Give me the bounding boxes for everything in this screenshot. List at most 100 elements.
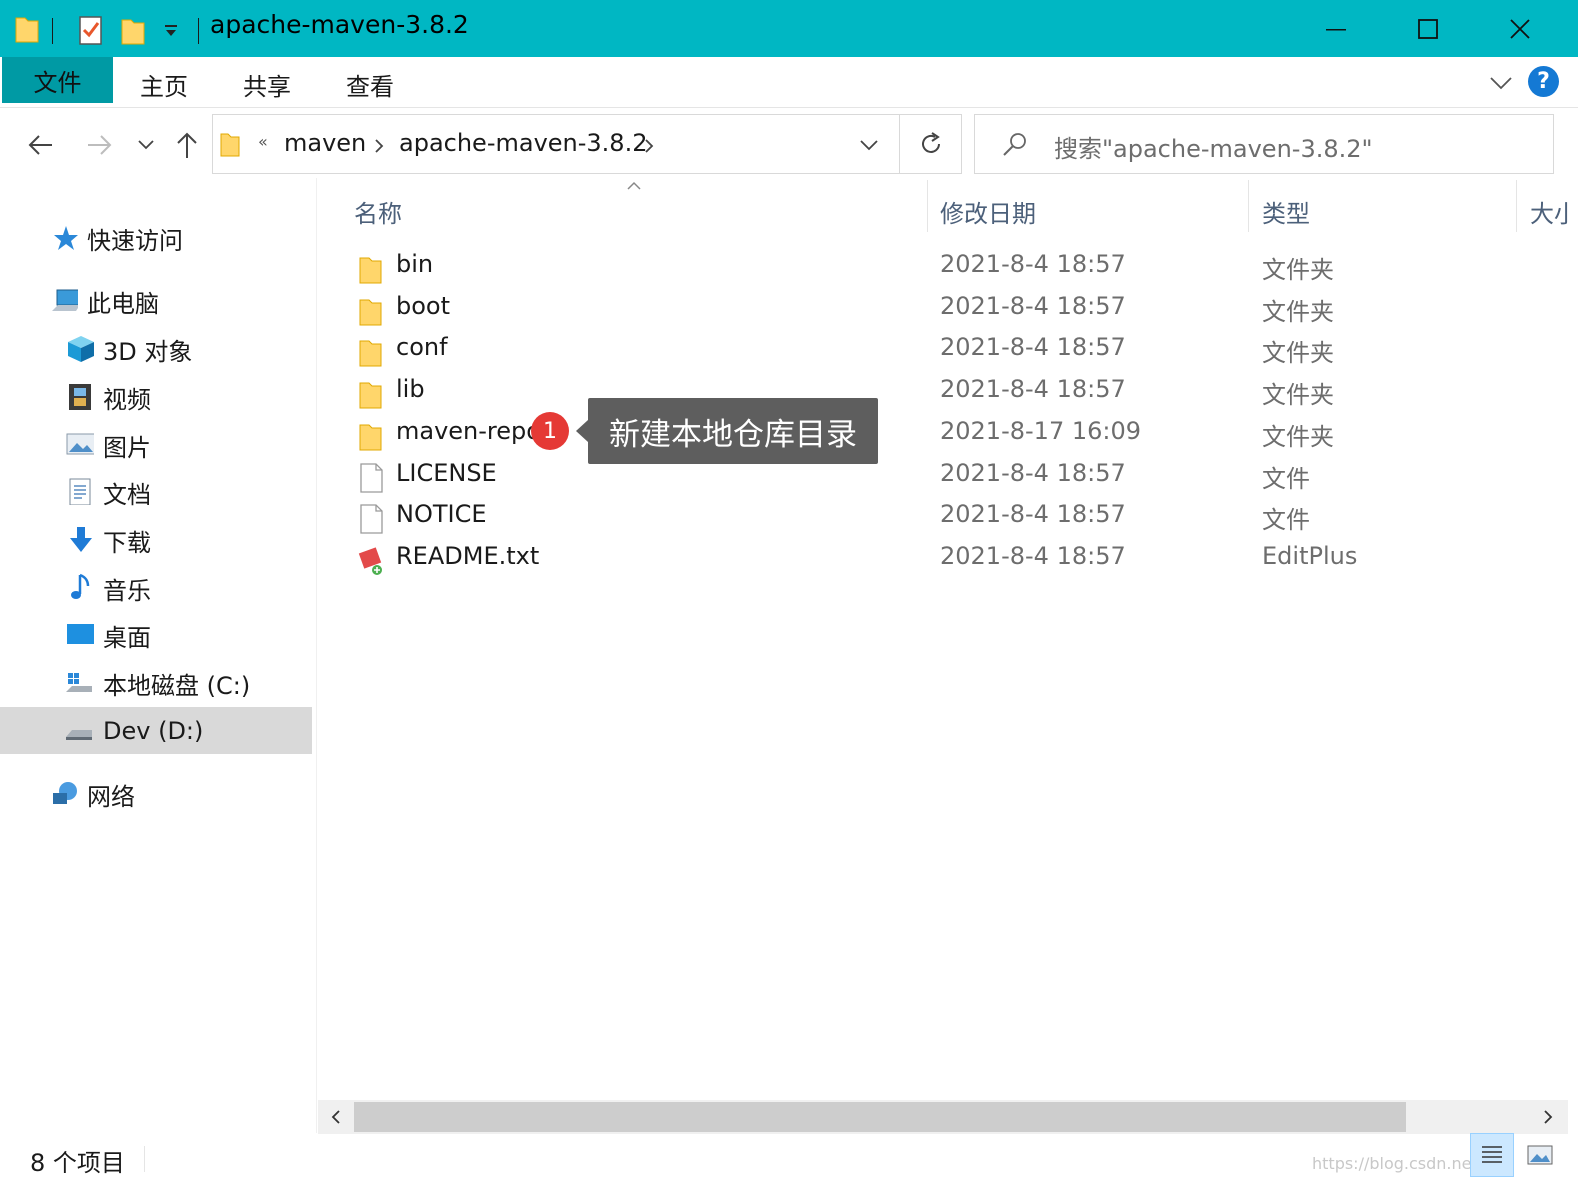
windows-drive-icon xyxy=(66,673,92,692)
customize-dropdown-icon[interactable] xyxy=(163,24,179,38)
details-view-button[interactable] xyxy=(1470,1133,1514,1177)
editplus-icon xyxy=(358,547,382,575)
music-note-icon xyxy=(71,573,90,599)
column-divider[interactable] xyxy=(1516,180,1517,232)
file-row[interactable]: maven-repo 2021-8-17 16:09 文件夹 xyxy=(340,417,1540,457)
large-icons-view-button[interactable] xyxy=(1518,1133,1562,1177)
ribbon-bar xyxy=(0,57,1578,108)
sidebar-item-3d-objects[interactable]: 3D 对象 xyxy=(0,326,312,372)
sidebar-item-music[interactable]: 音乐 xyxy=(0,565,312,611)
column-header-size[interactable]: 大小 xyxy=(1530,194,1568,229)
cube-icon xyxy=(68,336,94,362)
sidebar-item-label: 网络 xyxy=(87,782,135,811)
desktop-icon xyxy=(67,624,94,644)
recent-locations-chevron-icon[interactable] xyxy=(136,138,156,152)
download-arrow-icon xyxy=(70,527,92,552)
new-folder-icon[interactable] xyxy=(120,16,146,46)
annotation-tooltip: 新建本地仓库目录 xyxy=(588,398,878,464)
file-row[interactable]: boot 2021-8-4 18:57 文件夹 xyxy=(340,292,1540,332)
sidebar-item-videos[interactable]: 视频 xyxy=(0,374,312,420)
help-icon[interactable]: ? xyxy=(1528,66,1559,97)
sidebar-item-label: 此电脑 xyxy=(87,289,159,318)
address-history-chevron-icon[interactable] xyxy=(858,138,880,152)
minimize-button[interactable] xyxy=(1290,0,1382,57)
search-icon xyxy=(1003,133,1026,156)
details-view-icon xyxy=(1482,1146,1502,1163)
sidebar-item-label: Dev (D:) xyxy=(103,716,204,745)
file-date: 2021-8-4 18:57 xyxy=(940,250,1126,278)
file-row[interactable]: README.txt 2021-8-4 18:57 EditPlus xyxy=(340,542,1540,582)
sidebar-item-drive-c[interactable]: 本地磁盘 (C:) xyxy=(0,660,312,706)
column-header-type[interactable]: 类型 xyxy=(1262,194,1310,229)
refresh-icon[interactable] xyxy=(917,130,945,158)
picture-icon xyxy=(66,433,94,455)
minimize-icon xyxy=(1326,28,1346,30)
scrollbar-thumb[interactable] xyxy=(354,1102,1406,1132)
large-icons-view-icon xyxy=(1527,1145,1553,1165)
tab-file[interactable]: 文件 xyxy=(2,57,113,103)
file-date: 2021-8-4 18:57 xyxy=(940,542,1126,570)
file-name: NOTICE xyxy=(396,500,487,528)
star-icon xyxy=(54,226,78,250)
file-row[interactable]: LICENSE 2021-8-4 18:57 文件 xyxy=(340,459,1540,499)
window-title: apache-maven-3.8.2 xyxy=(210,10,469,39)
sidebar-item-label: 快速访问 xyxy=(87,226,183,255)
breadcrumb-current[interactable]: apache-maven-3.8.2 xyxy=(399,129,647,157)
search-placeholder[interactable]: 搜索"apache-maven-3.8.2" xyxy=(1054,129,1373,164)
column-header-name[interactable]: 名称 xyxy=(354,194,402,229)
breadcrumb-overflow[interactable]: « xyxy=(258,132,268,151)
file-icon xyxy=(360,504,383,534)
sidebar-item-documents[interactable]: 文档 xyxy=(0,469,312,515)
file-row[interactable]: conf 2021-8-4 18:57 文件夹 xyxy=(340,333,1540,373)
back-arrow-icon[interactable] xyxy=(26,132,56,158)
file-name: lib xyxy=(396,375,425,403)
folder-icon xyxy=(359,382,382,409)
sidebar-item-pictures[interactable]: 图片 xyxy=(0,422,312,468)
breadcrumb-chevron-icon[interactable] xyxy=(642,137,656,155)
file-row[interactable]: bin 2021-8-4 18:57 文件夹 xyxy=(340,250,1540,290)
tab-view[interactable]: 查看 xyxy=(346,67,394,102)
sidebar-item-label: 本地磁盘 (C:) xyxy=(103,671,251,700)
maximize-icon xyxy=(1418,18,1438,39)
forward-arrow-icon[interactable] xyxy=(84,132,114,158)
file-row[interactable]: lib 2021-8-4 18:57 文件夹 xyxy=(340,375,1540,415)
file-type: 文件 xyxy=(1262,506,1310,534)
pane-divider[interactable] xyxy=(316,178,317,1133)
divider xyxy=(899,115,900,173)
properties-checklist-icon[interactable] xyxy=(78,14,104,46)
file-date: 2021-8-17 16:09 xyxy=(940,417,1141,445)
sidebar-item-network[interactable]: 网络 xyxy=(0,771,312,817)
folder-icon xyxy=(359,340,382,367)
sidebar-item-desktop[interactable]: 桌面 xyxy=(0,612,312,658)
annotation-badge: 1 xyxy=(531,412,569,450)
scroll-right-arrow-icon[interactable] xyxy=(1541,1108,1555,1126)
file-date: 2021-8-4 18:57 xyxy=(940,292,1126,320)
scroll-left-arrow-icon[interactable] xyxy=(329,1108,343,1126)
file-row[interactable]: NOTICE 2021-8-4 18:57 文件 xyxy=(340,500,1540,540)
up-arrow-icon[interactable] xyxy=(174,130,200,160)
file-type: EditPlus xyxy=(1262,542,1358,570)
maximize-button[interactable] xyxy=(1382,0,1474,57)
column-header-date[interactable]: 修改日期 xyxy=(940,194,1036,229)
expand-ribbon-chevron-icon[interactable] xyxy=(1488,72,1514,92)
file-date: 2021-8-4 18:57 xyxy=(940,333,1126,361)
breadcrumb-chevron-icon[interactable] xyxy=(372,137,386,155)
tab-share[interactable]: 共享 xyxy=(243,67,291,102)
folder-icon xyxy=(359,299,382,326)
sidebar-item-drive-d[interactable]: Dev (D:) xyxy=(0,707,312,754)
sidebar-item-quick-access[interactable]: 快速访问 xyxy=(0,215,312,261)
column-divider[interactable] xyxy=(927,180,928,232)
column-divider[interactable] xyxy=(1248,180,1249,232)
computer-icon xyxy=(52,289,78,311)
file-date: 2021-8-4 18:57 xyxy=(940,500,1126,528)
file-name: boot xyxy=(396,292,451,320)
close-button[interactable] xyxy=(1474,0,1566,57)
sidebar-item-label: 桌面 xyxy=(103,623,151,652)
sidebar-item-downloads[interactable]: 下载 xyxy=(0,517,312,563)
file-name: conf xyxy=(396,333,448,361)
tab-home[interactable]: 主页 xyxy=(140,67,188,102)
sidebar-item-this-pc[interactable]: 此电脑 xyxy=(0,278,312,324)
file-type: 文件夹 xyxy=(1262,381,1334,409)
folder-icon xyxy=(359,424,382,451)
breadcrumb-maven[interactable]: maven xyxy=(284,129,366,157)
